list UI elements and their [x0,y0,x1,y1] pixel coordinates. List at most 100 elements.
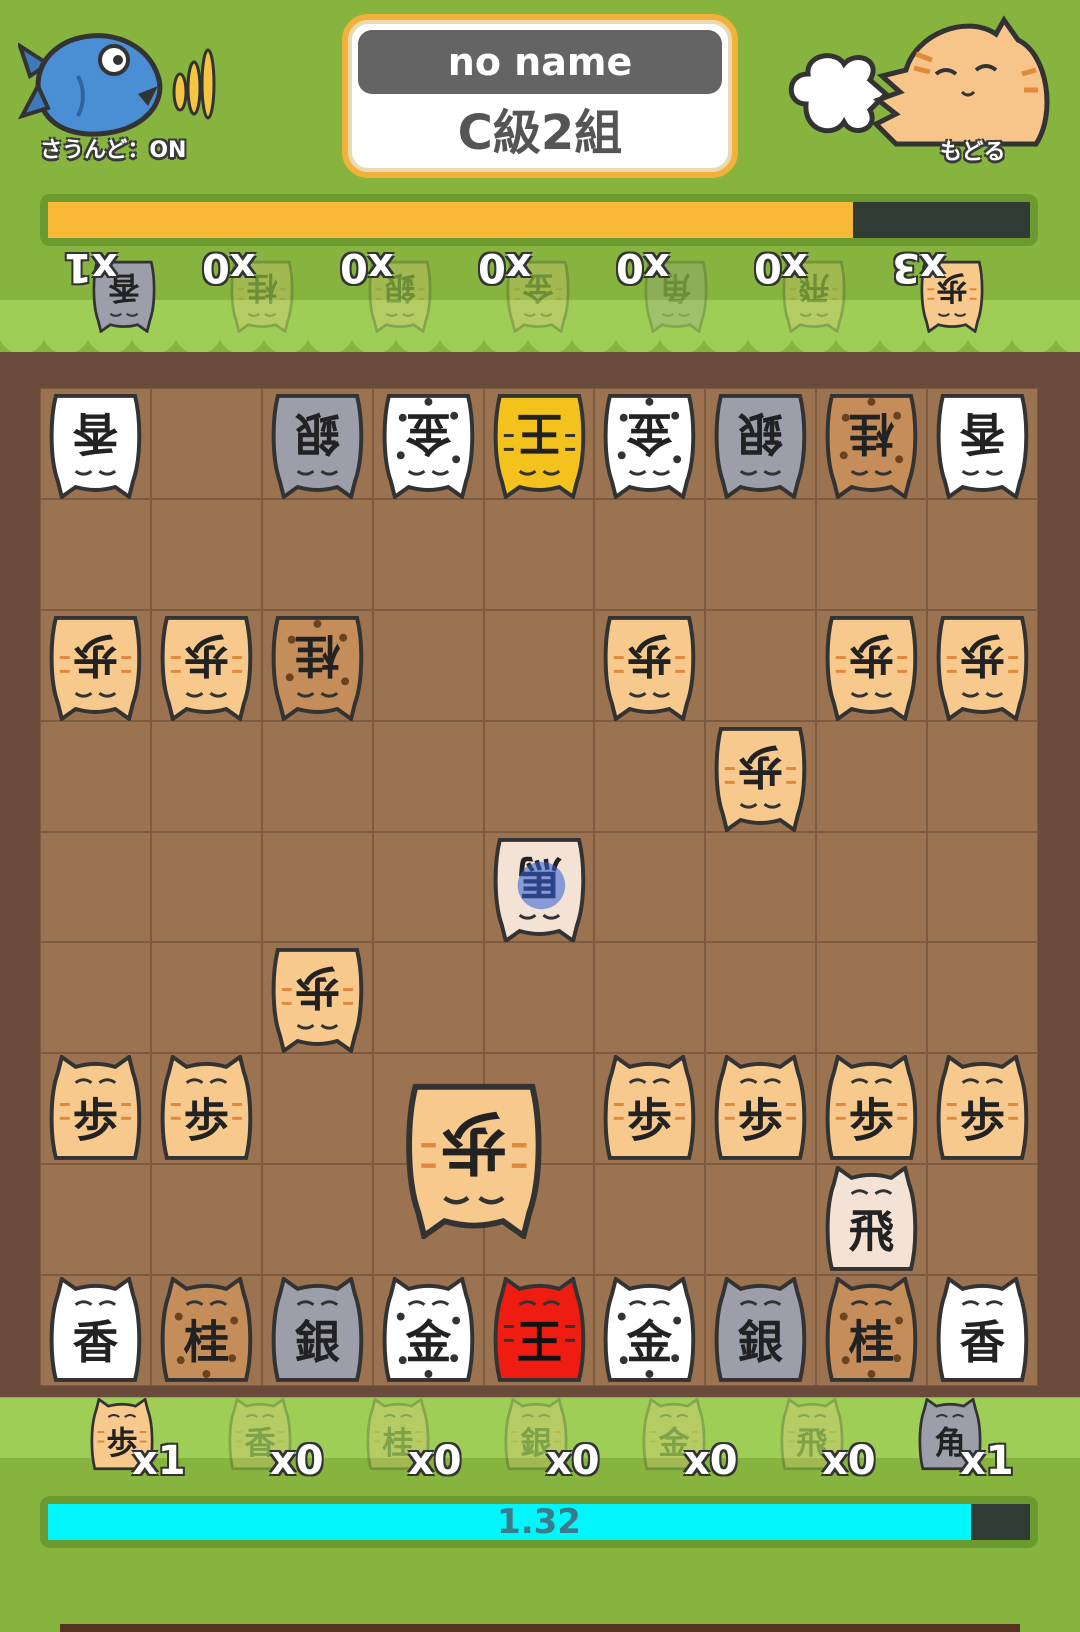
shogi-piece[interactable]: 金 [598,1277,701,1386]
shogi-piece[interactable]: 銀 [266,1277,369,1386]
board-square[interactable] [261,720,373,832]
board-square[interactable] [483,720,595,832]
shogi-piece[interactable]: 歩 [820,612,923,721]
hand-slot[interactable]: 香 x1 [62,244,182,334]
board-square[interactable] [594,831,706,943]
board-square[interactable] [705,942,817,1054]
board-square[interactable] [261,498,373,610]
board-square[interactable] [594,498,706,610]
shogi-piece[interactable]: 香 [44,1277,147,1386]
board-square[interactable] [705,498,817,610]
shogi-piece[interactable]: 香 [931,390,1034,499]
board-square[interactable] [372,942,484,1054]
board-square[interactable] [261,1164,373,1276]
hand-slot[interactable]: 歩 x1 [62,1396,186,1486]
shogi-piece[interactable]: 歩 [155,1055,258,1164]
svg-text:歩: 歩 [627,1094,673,1147]
board-square[interactable] [816,942,928,1054]
board-square[interactable] [705,831,817,943]
board-square[interactable] [927,831,1038,943]
ad-banner[interactable] [60,1624,1020,1632]
svg-text:香: 香 [959,407,1005,460]
shogi-piece[interactable]: 桂 [820,390,923,499]
svg-text:歩: 歩 [849,628,895,681]
shogi-piece[interactable]: 銀 [709,1277,812,1386]
board-square[interactable] [816,498,928,610]
svg-text:銀: 銀 [294,407,340,460]
shogi-piece[interactable]: 香 [931,1277,1034,1386]
shogi-piece[interactable]: 金 [377,390,480,499]
board-square[interactable] [40,831,151,943]
dragged-piece[interactable]: 歩 [399,1078,549,1239]
board-square[interactable] [372,609,484,721]
shogi-piece[interactable]: 歩 [598,612,701,721]
board-square[interactable] [927,942,1038,1054]
board-square[interactable] [927,720,1038,832]
board-square[interactable] [372,831,484,943]
board-square[interactable] [40,942,151,1054]
hand-slot: 桂 x0 [338,1396,462,1486]
board-square[interactable] [816,720,928,832]
shogi-piece[interactable]: 歩 [931,612,1034,721]
board-square[interactable] [150,498,262,610]
board-square[interactable] [150,720,262,832]
board-square[interactable] [372,720,484,832]
board-square[interactable] [483,942,595,1054]
shogi-piece[interactable]: 金 [598,390,701,499]
board-square[interactable] [927,498,1038,610]
board-square[interactable] [40,720,151,832]
svg-text:歩: 歩 [294,961,340,1014]
board-square[interactable] [150,942,262,1054]
board-square[interactable] [927,1164,1038,1276]
shogi-piece[interactable]: 桂 [820,1277,923,1386]
shogi-piece[interactable]: 歩 [155,612,258,721]
board-square[interactable] [261,831,373,943]
board-square[interactable] [372,498,484,610]
shogi-piece[interactable]: 飛 [820,1166,923,1275]
board-square[interactable] [594,942,706,1054]
shogi-piece[interactable]: 王 [488,390,591,499]
shogi-piece[interactable]: 王 [488,1277,591,1386]
hand-slot[interactable]: 角 x1 [890,1396,1014,1486]
hand-count: x0 [340,244,394,290]
shogi-piece[interactable]: 歩 [709,1055,812,1164]
shogi-piece[interactable]: 銀 [266,390,369,499]
back-button[interactable] [786,14,1066,174]
shogi-piece[interactable]: 歩 [44,1055,147,1164]
shogi-piece[interactable]: 銀 [709,390,812,499]
board-square[interactable] [705,1164,817,1276]
shogi-piece[interactable]: 香 [44,390,147,499]
board-square[interactable] [150,831,262,943]
board-square[interactable] [150,1164,262,1276]
shogi-piece[interactable]: 桂 [155,1277,258,1386]
svg-text:歩: 歩 [440,1103,507,1181]
board-square[interactable] [483,498,595,610]
shogi-piece[interactable]: 歩 [820,1055,923,1164]
board-square[interactable] [261,1053,373,1165]
board-square[interactable] [40,1164,151,1276]
hand-slot[interactable]: 歩 x3 [890,244,1010,334]
shogi-piece[interactable]: 歩 [931,1055,1034,1164]
shogi-piece[interactable]: 桂 [266,612,369,721]
hand-slot: 金 x0 [476,244,596,334]
board-square[interactable] [705,609,817,721]
board-square[interactable] [594,720,706,832]
opponent-timer-fill [48,202,854,238]
shogi-piece[interactable]: 歩 [44,612,147,721]
board-square[interactable] [816,831,928,943]
svg-text:歩: 歩 [627,628,673,681]
board-square[interactable] [483,609,595,721]
player-rank: C級2組 [457,105,623,161]
shogi-piece[interactable]: 金 [377,1277,480,1386]
board-square[interactable] [150,388,262,499]
board-square[interactable] [594,1164,706,1276]
shogi-piece[interactable]: 歩 [709,723,812,832]
shogi-piece[interactable]: 歩 [266,944,369,1054]
board-square[interactable] [40,498,151,610]
svg-text:歩: 歩 [73,1094,119,1147]
shogi-piece[interactable]: 歩 [598,1055,701,1164]
shogi-piece[interactable]: 馬 [488,834,591,943]
svg-text:飛: 飛 [849,1205,895,1258]
svg-text:歩: 歩 [738,739,784,792]
svg-text:歩: 歩 [738,1094,784,1147]
